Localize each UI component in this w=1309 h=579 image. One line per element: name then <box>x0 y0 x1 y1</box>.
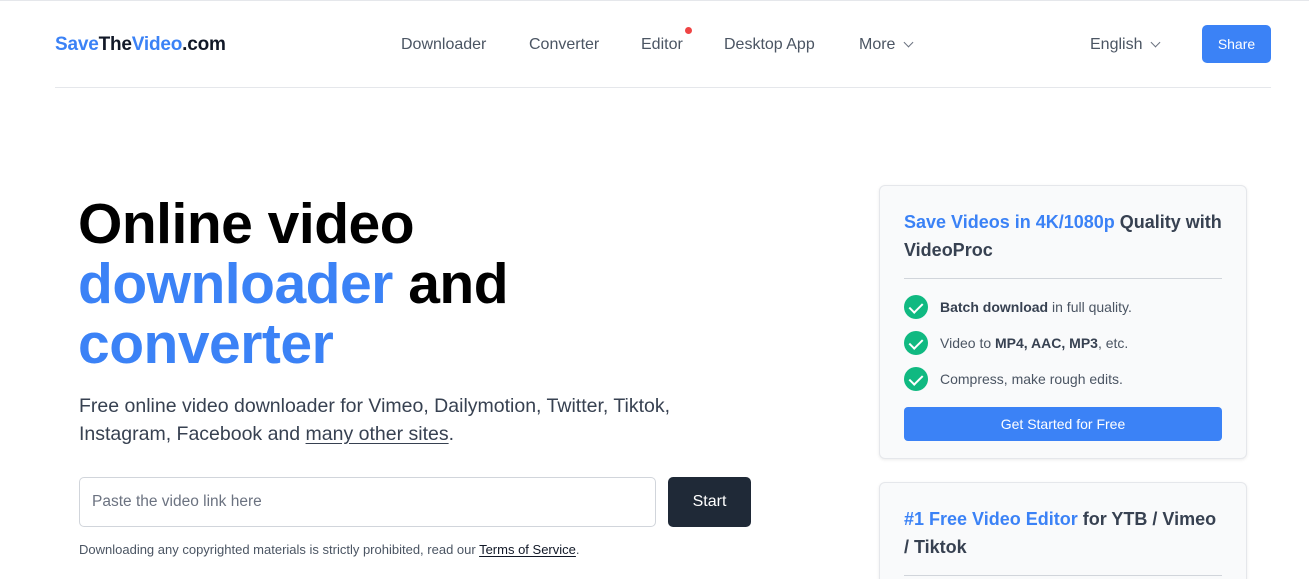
promo-card-divider <box>904 278 1222 279</box>
site-header: SaveTheVideo.com Downloader Converter Ed… <box>0 0 1309 88</box>
many-other-sites-link[interactable]: many other sites <box>306 423 449 445</box>
check-circle-icon <box>904 331 928 355</box>
videoproc-promo-card: Save Videos in 4K/1080p Quality with Vid… <box>879 185 1247 459</box>
feature-item: Batch download in full quality. <box>904 295 1132 319</box>
feature-text: Compress, make rough edits. <box>940 371 1123 387</box>
hero-title-line1: Online video <box>78 192 415 256</box>
feature-rest: , etc. <box>1097 335 1129 351</box>
feature-rest: in full quality. <box>1048 299 1132 315</box>
nav-more[interactable]: More <box>859 34 914 56</box>
hero-description: Free online video downloader for Vimeo, … <box>79 392 759 448</box>
nav-editor-label: Editor <box>641 36 683 53</box>
feature-text: Video to MP4, AAC, MP3, etc. <box>940 335 1128 351</box>
nav-more-label: More <box>859 36 896 53</box>
nav-downloader[interactable]: Downloader <box>401 34 486 56</box>
hero-title-highlight-converter: converter <box>78 312 334 376</box>
video-url-input[interactable] <box>79 477 656 527</box>
check-circle-icon <box>904 367 928 391</box>
feature-item: Compress, make rough edits. <box>904 367 1123 391</box>
video-editor-promo-card: #1 Free Video Editor for YTB / Vimeo / T… <box>879 482 1247 579</box>
feature-item: Video to MP4, AAC, MP3, etc. <box>904 331 1128 355</box>
get-started-free-button[interactable]: Get Started for Free <box>904 407 1222 441</box>
share-button[interactable]: Share <box>1202 25 1271 63</box>
promo-card-title-highlight: Save Videos in 4K/1080p <box>904 212 1115 232</box>
site-logo[interactable]: SaveTheVideo.com <box>55 34 226 56</box>
feature-text: Batch download in full quality. <box>940 299 1132 315</box>
header-divider <box>55 87 1271 88</box>
editor-card-title: #1 Free Video Editor for YTB / Vimeo / T… <box>904 505 1224 561</box>
promo-card-title: Save Videos in 4K/1080p Quality with Vid… <box>904 208 1224 264</box>
feature-pre: Video to <box>940 335 996 351</box>
nav-editor[interactable]: Editor <box>641 27 692 56</box>
chevron-down-icon <box>1151 37 1161 48</box>
language-selector[interactable]: English <box>1090 34 1161 56</box>
editor-card-title-highlight: #1 Free Video Editor <box>904 509 1078 529</box>
chevron-down-icon <box>904 37 914 48</box>
disclaimer-end: . <box>575 542 580 557</box>
new-badge-dot <box>685 27 692 34</box>
start-button[interactable]: Start <box>668 477 751 527</box>
hero-description-end: . <box>448 423 455 445</box>
editor-card-divider <box>904 575 1222 576</box>
language-label: English <box>1090 36 1143 53</box>
check-circle-icon <box>904 295 928 319</box>
feature-bold: Batch download <box>940 299 1049 315</box>
nav-desktop-app[interactable]: Desktop App <box>724 34 815 56</box>
disclaimer-text: Downloading any copyrighted materials is… <box>79 542 480 557</box>
hero-title-highlight-downloader: downloader <box>78 252 393 316</box>
copyright-disclaimer: Downloading any copyrighted materials is… <box>79 541 580 558</box>
nav-converter[interactable]: Converter <box>529 34 599 56</box>
terms-of-service-link[interactable]: Terms of Service <box>479 542 576 557</box>
feature-bold: MP4, AAC, MP3 <box>995 335 1098 351</box>
hero-title-line2-rest: and <box>392 252 509 316</box>
hero-title: Online video downloader and converter <box>78 194 778 374</box>
